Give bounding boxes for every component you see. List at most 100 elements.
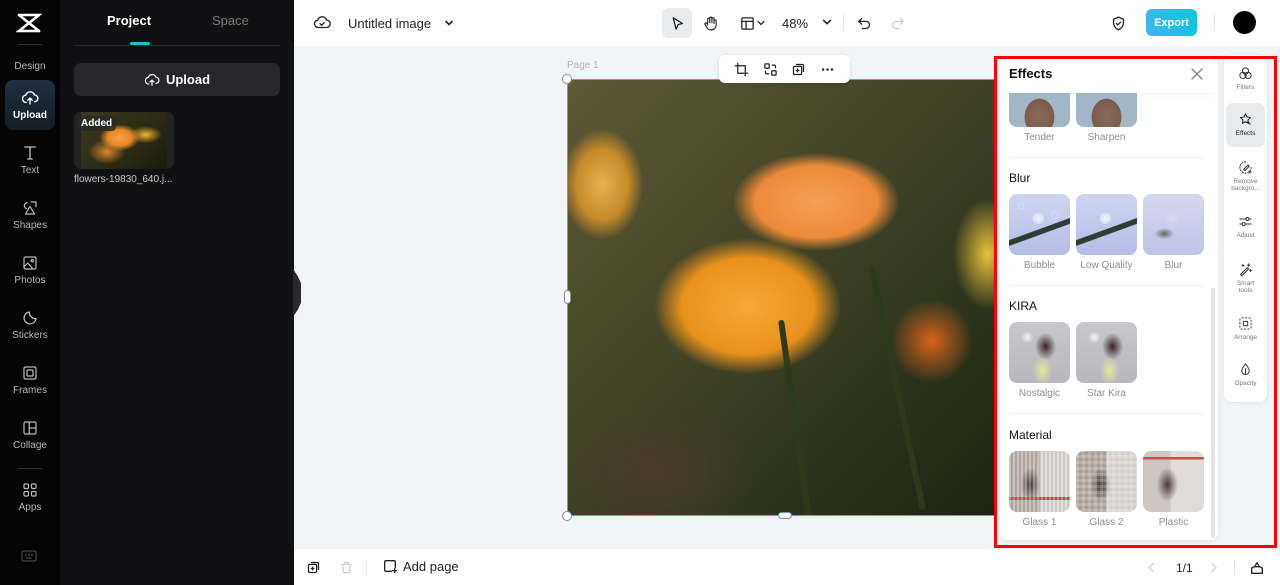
rail-item-frames[interactable]: Frames <box>5 355 55 405</box>
tool-label: Effects <box>1235 130 1256 138</box>
tab-space[interactable]: Space <box>212 13 249 28</box>
file-name: flowers-19830_640.j... <box>74 174 173 185</box>
add-page-icon <box>384 560 398 574</box>
add-page-button[interactable]: Add page <box>382 558 459 574</box>
rail-item-label: Upload <box>13 110 47 121</box>
hand-tool-button[interactable] <box>695 8 725 38</box>
chevron-right-icon[interactable] <box>1206 560 1221 575</box>
bottom-divider <box>1234 560 1235 574</box>
effect-label: Bubble <box>1023 260 1056 271</box>
delete-page-icon[interactable] <box>339 560 354 575</box>
user-avatar[interactable] <box>1233 11 1256 34</box>
resize-handle-bottom[interactable] <box>778 512 792 519</box>
tool-effects[interactable]: Effects <box>1226 103 1265 147</box>
rail-item-label: Frames <box>13 385 47 396</box>
undo-button[interactable] <box>849 8 879 38</box>
bottom-bar: Add page 1/1 <box>294 549 1280 585</box>
chevron-left-icon[interactable] <box>1144 560 1159 575</box>
section-title-kira: KIRA <box>1009 299 1038 313</box>
active-tab-indicator <box>130 42 150 45</box>
tool-adjust[interactable]: Adjust <box>1226 205 1265 249</box>
effect-plastic[interactable]: Plastic <box>1143 451 1204 528</box>
apps-icon <box>23 483 37 497</box>
section-divider <box>1009 157 1205 158</box>
chevron-down-icon[interactable] <box>442 16 456 30</box>
zoom-level[interactable]: 48% <box>782 16 808 31</box>
rail-item-apps[interactable]: Apps <box>5 472 55 522</box>
rail-item-stickers[interactable]: Stickers <box>5 300 55 350</box>
resize-handle-bottom-left[interactable] <box>562 511 572 521</box>
effect-nostalgic[interactable]: Nostalgic <box>1009 322 1070 399</box>
effect-thumbnail <box>1009 194 1070 255</box>
opacity-drop-icon <box>1241 363 1250 376</box>
effects-scrollbar[interactable] <box>1211 288 1215 538</box>
added-badge: Added <box>77 116 117 131</box>
redo-button[interactable] <box>882 8 912 38</box>
tool-remove-background[interactable]: Remove backgro... <box>1226 151 1265 201</box>
effect-bubble[interactable]: Bubble <box>1009 194 1070 271</box>
uploaded-file-thumbnail[interactable]: Added <box>74 112 174 169</box>
rail-item-label: Stickers <box>12 330 48 341</box>
effect-glass-2[interactable]: Glass 2 <box>1076 451 1137 528</box>
photos-icon <box>23 256 37 270</box>
page-indicator: 1/1 <box>1176 561 1193 575</box>
security-button[interactable] <box>1103 8 1133 38</box>
keyboard-shortcuts-icon[interactable] <box>21 550 37 562</box>
rail-item-collage[interactable]: Collage <box>5 410 55 460</box>
frame-icon <box>23 366 37 380</box>
layers-toggle-icon[interactable] <box>1249 560 1265 576</box>
effect-star-kira[interactable]: Star Kira <box>1076 322 1137 399</box>
rail-item-label: Photos <box>14 275 46 286</box>
text-icon <box>24 146 36 160</box>
tool-label: Arrange <box>1233 334 1258 342</box>
more-options-button[interactable] <box>820 61 836 77</box>
tool-arrange[interactable]: Arrange <box>1226 307 1265 351</box>
shield-check-icon <box>1112 15 1124 31</box>
replace-button[interactable] <box>762 61 778 77</box>
rail-item-photos[interactable]: Photos <box>5 245 55 295</box>
duplicate-button[interactable] <box>791 61 807 77</box>
rail-divider <box>18 44 42 45</box>
tab-project[interactable]: Project <box>107 13 151 28</box>
tool-opacity[interactable]: Opacity <box>1226 353 1265 397</box>
project-panel: Project Space Upload Added flowers-19830… <box>60 0 294 585</box>
rail-item-upload[interactable]: Upload <box>5 80 55 130</box>
tool-smart-tools[interactable]: Smart tools <box>1226 253 1265 303</box>
section-divider <box>1009 413 1205 414</box>
select-tool-button[interactable] <box>662 8 692 38</box>
crop-button[interactable] <box>733 61 749 77</box>
rail-item-design[interactable]: Design <box>5 40 55 74</box>
collapse-panel-handle[interactable] <box>293 269 301 317</box>
capcut-logo-icon[interactable] <box>16 12 42 34</box>
effect-low-quality[interactable]: Low Quality <box>1076 194 1137 271</box>
effect-blur[interactable]: Blur <box>1143 194 1204 271</box>
layout-icon <box>740 16 754 30</box>
effect-thumbnail <box>1076 322 1137 383</box>
duplicate-page-icon[interactable] <box>306 560 321 575</box>
chevron-down-icon[interactable] <box>821 16 833 28</box>
cloud-upload-icon <box>144 73 160 86</box>
add-page-label: Add page <box>403 558 459 574</box>
rail-item-text[interactable]: Text <box>5 135 55 185</box>
effect-label: Nostalgic <box>1018 388 1061 399</box>
page-label: Page 1 <box>567 60 599 71</box>
rail-item-shapes[interactable]: Shapes <box>5 190 55 240</box>
close-icon[interactable] <box>1190 67 1204 81</box>
effect-glass-1[interactable]: Glass 1 <box>1009 451 1070 528</box>
filters-icon <box>1239 67 1252 80</box>
section-title-material: Material <box>1009 428 1052 442</box>
cloud-saved-icon[interactable] <box>313 14 331 32</box>
document-title[interactable]: Untitled image <box>348 16 431 31</box>
effects-panel: Effects Tender Sharpen Blur Bubble Low Q… <box>1000 59 1218 540</box>
resize-handle-left[interactable] <box>564 290 571 304</box>
resize-handle-top-left[interactable] <box>562 74 572 84</box>
export-button[interactable]: Export <box>1146 9 1197 36</box>
tool-label: Opacity <box>1234 380 1257 388</box>
canvas-image[interactable] <box>567 79 997 516</box>
upload-button[interactable]: Upload <box>74 63 280 96</box>
magic-wand-icon <box>1239 262 1252 276</box>
rail-item-label: Shapes <box>13 220 47 231</box>
image-tools-column: Filters Effects Remove backgro... Adjust… <box>1224 55 1267 402</box>
layout-tool-button[interactable] <box>734 8 770 38</box>
tool-filters[interactable]: Filters <box>1226 57 1265 101</box>
